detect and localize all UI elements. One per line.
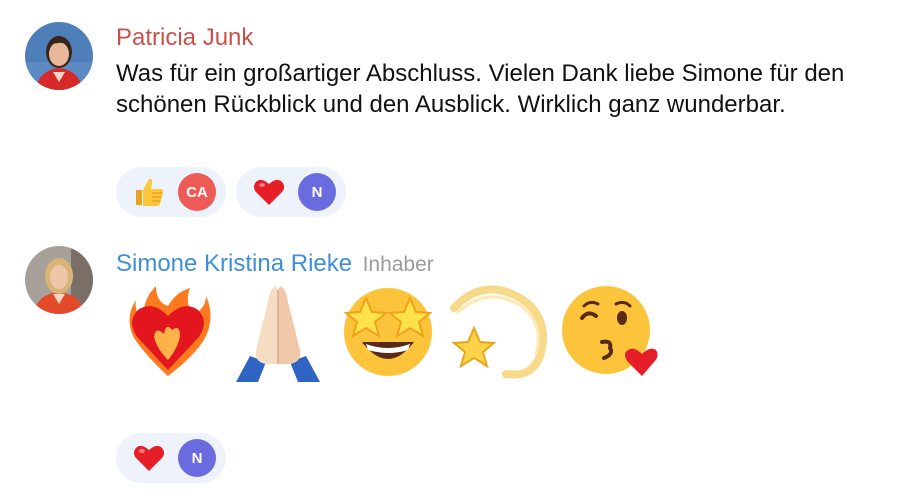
author-line: Patricia Junk — [116, 24, 253, 52]
dizzy-star-icon — [450, 285, 547, 379]
author-line: Simone Kristina Rieke Inhaber — [116, 250, 434, 278]
reactor-avatar: N — [298, 173, 336, 211]
heart-icon — [134, 445, 164, 471]
thumbs-up-icon — [136, 178, 164, 206]
reaction-heart[interactable]: N — [116, 433, 226, 483]
reactor-avatar: CA — [178, 173, 216, 211]
reaction-bar: N — [116, 433, 226, 483]
emoji-message — [116, 278, 660, 382]
comment-feed: Patricia Junk Was für ein großartiger Ab… — [0, 0, 910, 499]
face-blowing-kiss-icon — [562, 286, 658, 376]
avatar[interactable] — [25, 22, 93, 90]
reactor-avatar: N — [178, 439, 216, 477]
avatar[interactable] — [25, 246, 93, 314]
comment-text: Was für ein großartiger Abschluss. Viele… — [116, 60, 845, 118]
author-name[interactable]: Simone Kristina Rieke — [116, 250, 352, 277]
reaction-bar: CA N — [116, 167, 346, 217]
reaction-heart[interactable]: N — [236, 167, 346, 217]
author-name[interactable]: Patricia Junk — [116, 24, 253, 51]
reaction-thumbs-up[interactable]: CA — [116, 167, 226, 217]
heart-on-fire-icon — [129, 286, 211, 376]
star-struck-icon — [343, 288, 433, 376]
folded-hands-icon — [236, 286, 320, 382]
heart-icon — [254, 179, 284, 205]
role-badge: Inhaber — [362, 253, 434, 276]
